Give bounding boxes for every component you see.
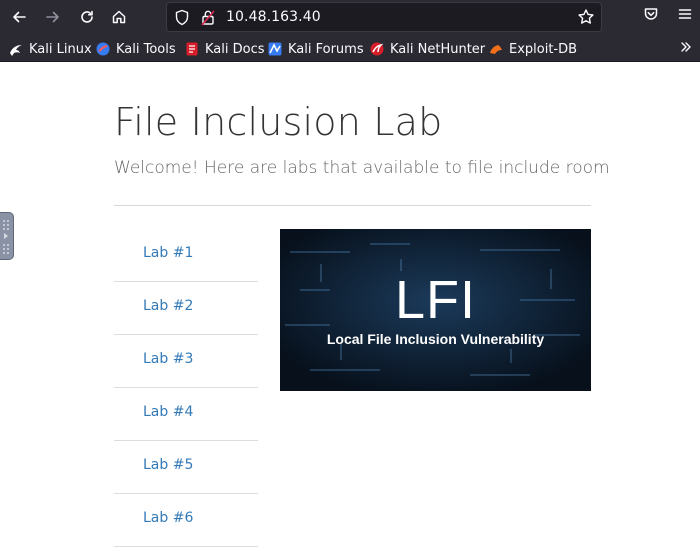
lab-link-5[interactable]: Lab #5 bbox=[114, 441, 258, 494]
bookmark-exploit-db[interactable]: Exploit-DB bbox=[488, 39, 577, 59]
address-bar[interactable]: 10.48.163.40 bbox=[166, 2, 602, 32]
browser-toolbar: 10.48.163.40 bbox=[0, 0, 700, 35]
home-icon bbox=[112, 10, 126, 24]
url-text[interactable]: 10.48.163.40 bbox=[226, 9, 321, 25]
bookmark-kali-docs[interactable]: Kali Docs bbox=[184, 39, 265, 59]
bookmark-kali-linux[interactable]: Kali Linux bbox=[8, 39, 92, 59]
chevron-double-right-icon bbox=[680, 41, 692, 57]
bookmark-star-icon[interactable] bbox=[577, 8, 595, 26]
lab-link-2[interactable]: Lab #2 bbox=[114, 282, 258, 335]
lfi-banner-image: LFI Local File Inclusion Vulnerability bbox=[280, 229, 591, 391]
reload-icon bbox=[81, 10, 93, 23]
page-lead: Welcome! Here are labs that available to… bbox=[114, 158, 610, 178]
insecure-lock-icon[interactable] bbox=[201, 9, 215, 26]
lab-link-3[interactable]: Lab #3 bbox=[114, 335, 258, 388]
arrow-left-icon bbox=[13, 11, 26, 23]
banner-subtitle: Local File Inclusion Vulnerability bbox=[326, 331, 545, 347]
bookmarks-overflow-button[interactable] bbox=[680, 39, 692, 59]
kali-forums-icon bbox=[267, 41, 283, 57]
nethunter-icon bbox=[369, 41, 385, 57]
kali-dragon-icon bbox=[8, 41, 24, 57]
shield-icon[interactable] bbox=[174, 9, 190, 26]
pocket-icon[interactable] bbox=[643, 6, 659, 22]
back-button[interactable] bbox=[7, 6, 31, 28]
sidebar-handle[interactable] bbox=[0, 212, 14, 260]
bookmark-kali-tools[interactable]: Kali Tools bbox=[95, 39, 176, 59]
banner-title: LFI bbox=[394, 270, 477, 330]
lab-link-6[interactable]: Lab #6 bbox=[114, 494, 258, 547]
kali-tools-icon bbox=[95, 41, 111, 57]
lab-link-1[interactable]: Lab #1 bbox=[114, 229, 258, 282]
grip-icon bbox=[3, 220, 9, 254]
forward-button[interactable] bbox=[41, 6, 65, 28]
lab-link-4[interactable]: Lab #4 bbox=[114, 388, 258, 441]
bookmark-kali-nethunter[interactable]: Kali NetHunter bbox=[369, 39, 485, 59]
bookmarks-toolbar: Kali Linux Kali Tools Kali Docs Kali For… bbox=[0, 35, 700, 62]
bookmark-kali-forums[interactable]: Kali Forums bbox=[267, 39, 364, 59]
exploit-db-icon bbox=[488, 41, 504, 57]
lab-list: Lab #1 Lab #2 Lab #3 Lab #4 Lab #5 Lab #… bbox=[114, 229, 258, 547]
home-button[interactable] bbox=[107, 6, 131, 28]
arrow-right-icon bbox=[46, 11, 59, 23]
kali-docs-icon bbox=[184, 41, 200, 57]
hamburger-menu-icon[interactable] bbox=[677, 6, 693, 22]
divider bbox=[114, 205, 591, 206]
page-title: File Inclusion Lab bbox=[114, 100, 443, 144]
reload-button[interactable] bbox=[75, 6, 99, 28]
